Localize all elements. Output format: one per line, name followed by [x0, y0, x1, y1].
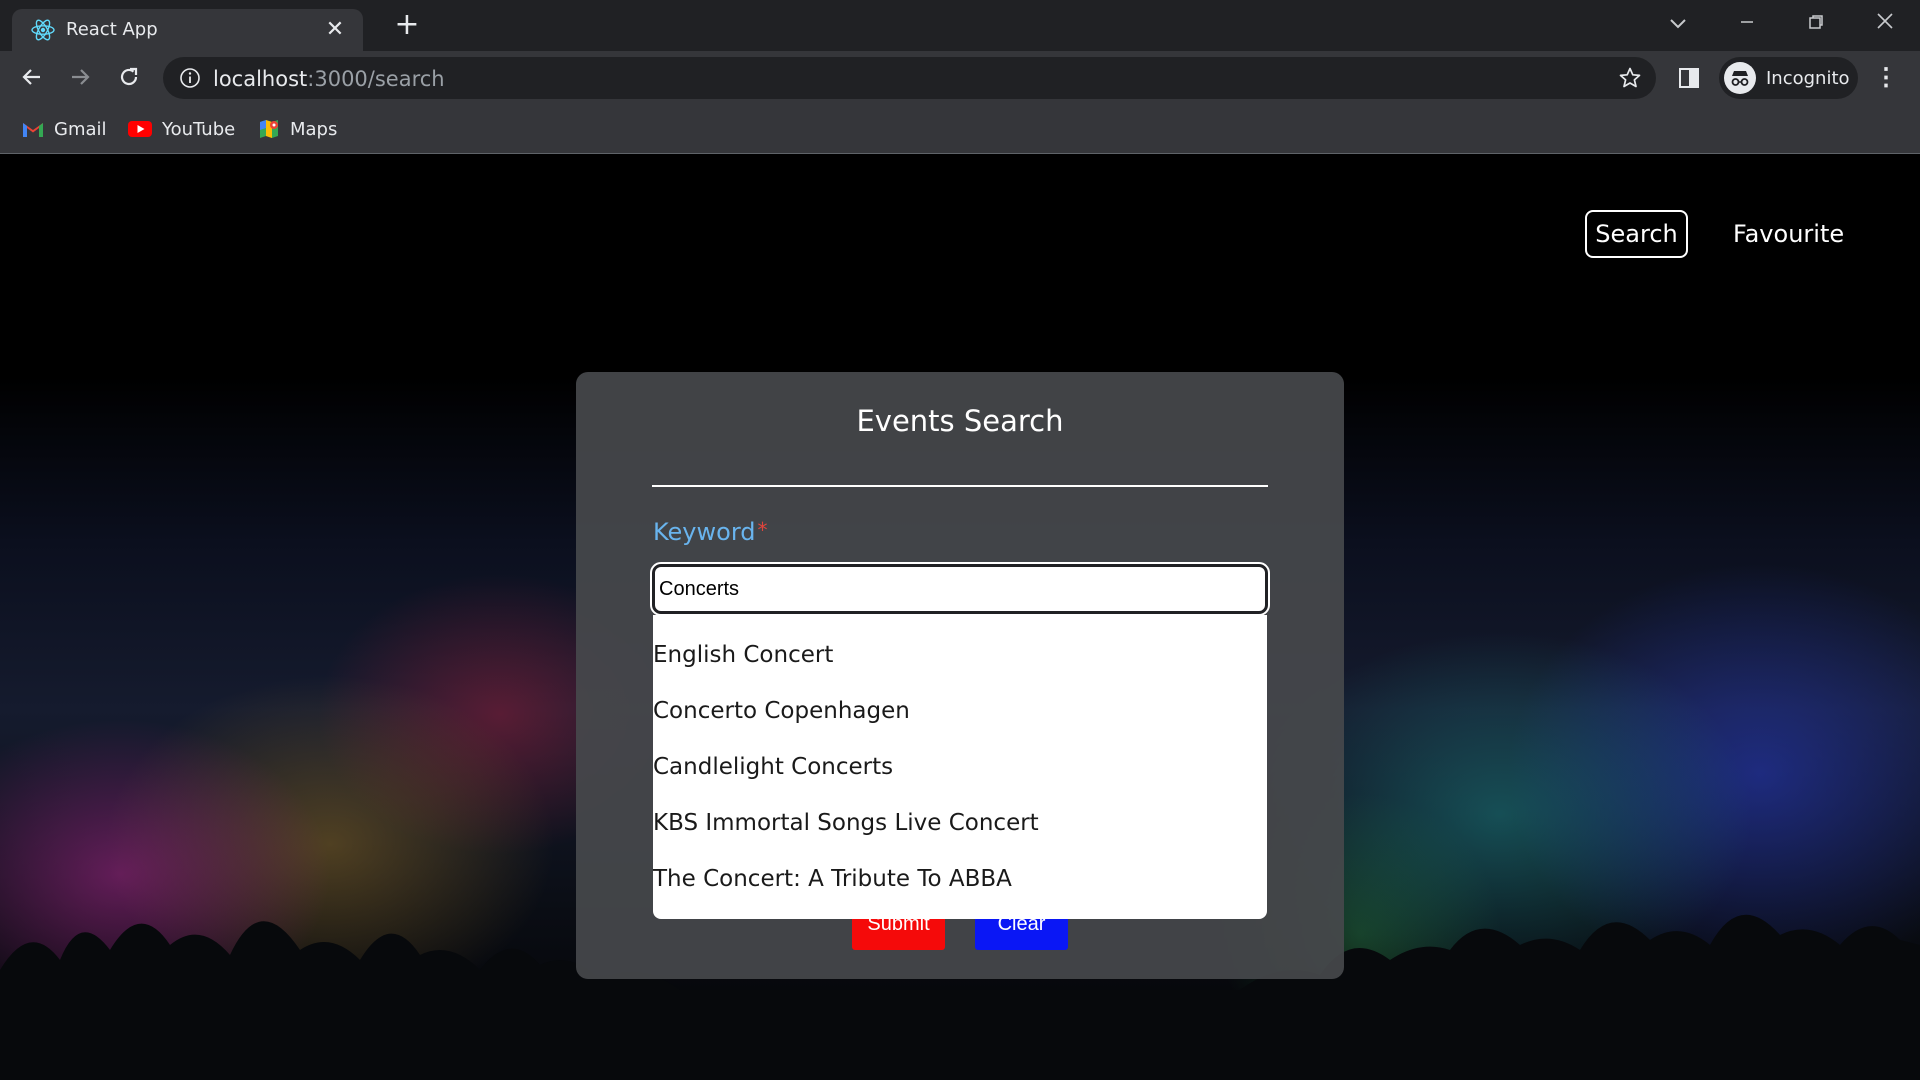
- bookmark-gmail[interactable]: Gmail: [22, 113, 107, 145]
- tab-close-icon[interactable]: ✕: [321, 16, 349, 44]
- keyword-input[interactable]: Concerts: [650, 562, 1270, 616]
- required-asterisk: *: [757, 518, 768, 542]
- react-logo-icon: [31, 19, 55, 41]
- reload-icon[interactable]: [111, 59, 147, 95]
- gmail-icon: [23, 123, 43, 137]
- bookmark-maps[interactable]: Maps: [258, 113, 337, 145]
- keyword-label: Keyword *: [653, 518, 768, 546]
- more-menu-icon[interactable]: ⋮: [1874, 64, 1898, 92]
- tab-search-chevron-icon[interactable]: [1656, 6, 1700, 40]
- new-tab-icon[interactable]: +: [392, 10, 422, 40]
- browser-chrome: React App ✕ + localhost:3000/search Inco…: [0, 0, 1920, 154]
- nav-search-link[interactable]: Search: [1585, 210, 1688, 258]
- minimize-icon[interactable]: [1725, 6, 1769, 40]
- bookmark-label: Maps: [290, 118, 338, 140]
- suggestion-option[interactable]: KBS Immortal Songs Live Concert: [653, 795, 1267, 851]
- page-background: Search Favourite Events Search Keyword * …: [0, 154, 1920, 1080]
- nav-favourite-link[interactable]: Favourite: [1733, 210, 1844, 258]
- title-divider: [652, 485, 1268, 487]
- url-path: :3000/search: [307, 67, 445, 91]
- incognito-profile-button[interactable]: Incognito: [1719, 57, 1858, 99]
- side-panel-icon[interactable]: [1677, 66, 1701, 90]
- bookmark-youtube[interactable]: YouTube: [128, 113, 235, 145]
- top-nav: Search Favourite: [0, 154, 1920, 284]
- youtube-icon: [128, 121, 152, 137]
- back-arrow-icon[interactable]: [14, 59, 50, 95]
- autocomplete-dropdown: English Concert Concerto Copenhagen Cand…: [653, 615, 1267, 919]
- url-host: localhost: [213, 67, 308, 91]
- bookmark-star-icon[interactable]: [1618, 66, 1642, 90]
- maps-icon: [260, 120, 278, 138]
- address-bar[interactable]: localhost:3000/search: [163, 57, 1656, 99]
- form-title: Events Search: [856, 404, 1064, 438]
- keyword-label-text: Keyword: [653, 518, 756, 546]
- incognito-icon: [1724, 62, 1756, 94]
- suggestion-option[interactable]: Candlelight Concerts: [653, 739, 1267, 795]
- forward-arrow-icon[interactable]: [62, 59, 98, 95]
- url-text: localhost:3000/search: [213, 67, 445, 91]
- suggestion-option[interactable]: English Concert: [653, 627, 1267, 683]
- site-info-icon[interactable]: [179, 67, 201, 89]
- bookmarks-bar: Gmail YouTube Maps: [0, 105, 1920, 153]
- browser-tab[interactable]: React App ✕: [12, 9, 363, 51]
- window-close-icon[interactable]: [1863, 6, 1907, 40]
- browser-toolbar: localhost:3000/search Incognito ⋮: [0, 51, 1920, 105]
- bookmark-label: Gmail: [54, 118, 107, 140]
- suggestion-option[interactable]: Concerto Copenhagen: [653, 683, 1267, 739]
- tab-strip: React App ✕ +: [0, 0, 1920, 51]
- restore-icon[interactable]: [1794, 6, 1838, 40]
- tab-title: React App: [66, 19, 158, 40]
- bookmark-label: YouTube: [162, 118, 236, 140]
- suggestion-option[interactable]: The Concert: A Tribute To ABBA: [653, 851, 1267, 907]
- incognito-label: Incognito: [1766, 68, 1850, 89]
